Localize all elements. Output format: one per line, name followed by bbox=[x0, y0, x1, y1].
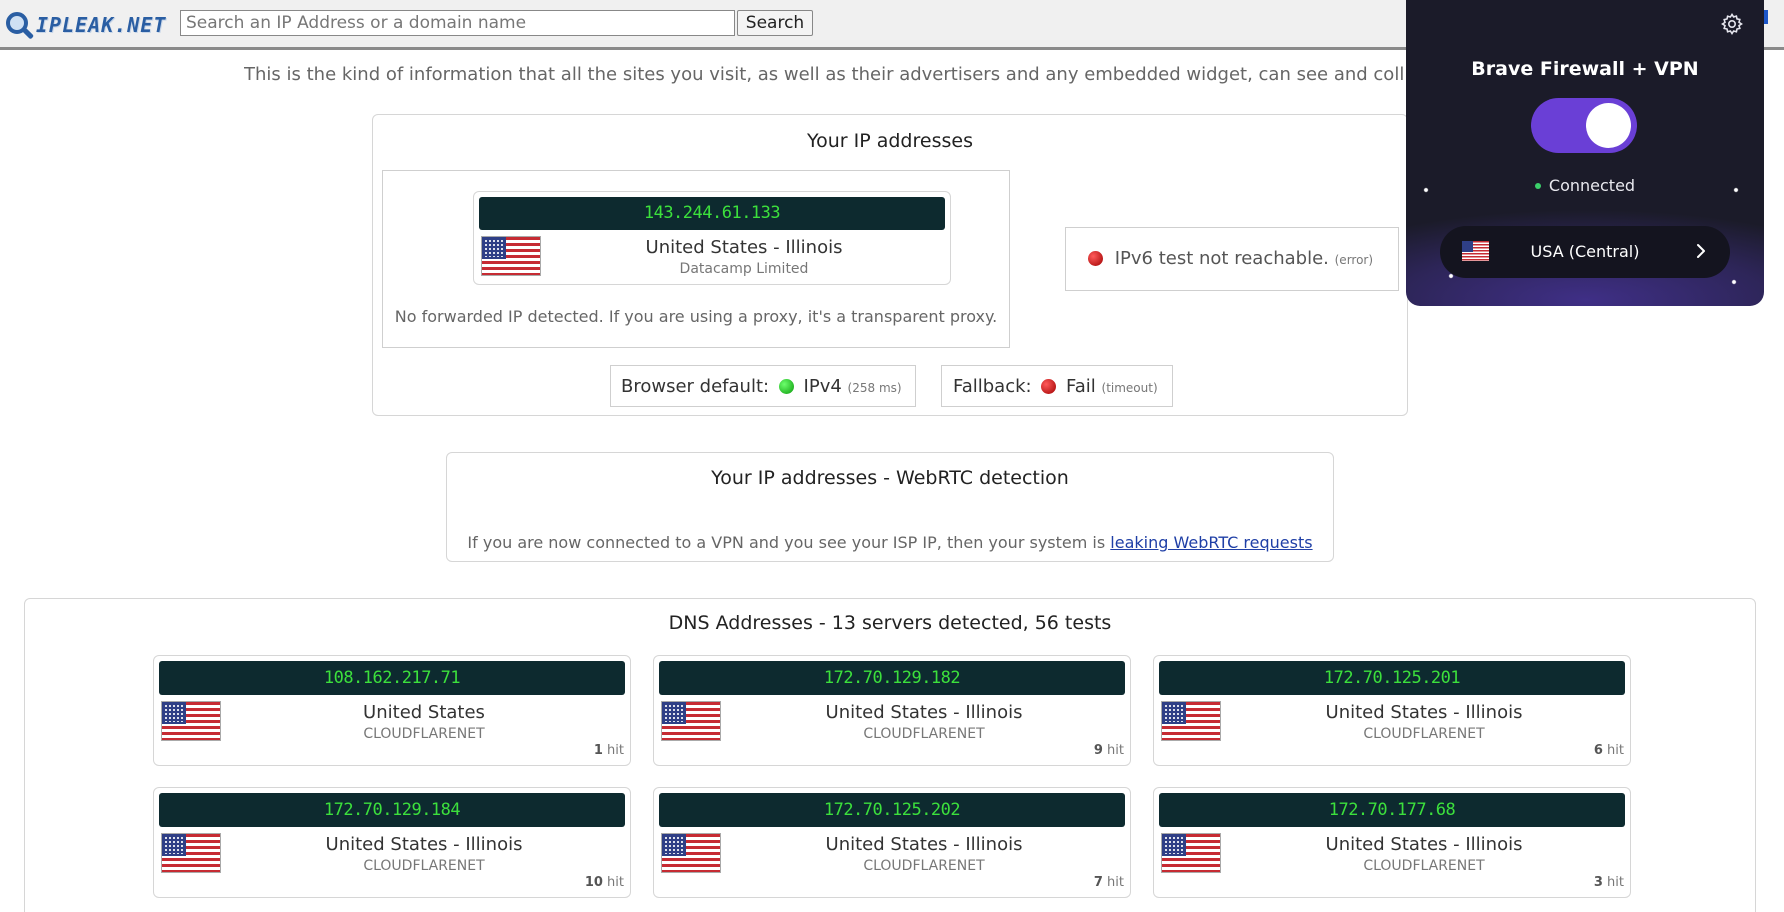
us-flag-icon bbox=[161, 701, 221, 741]
brave-vpn-panel: Brave Firewall + VPN Connected USA (Cent… bbox=[1406, 0, 1764, 306]
dns-server-location: United States bbox=[363, 702, 485, 723]
dns-server-ip[interactable]: 108.162.217.71 bbox=[159, 661, 625, 695]
ipv4-address[interactable]: 143.244.61.133 bbox=[479, 197, 945, 230]
dns-server-ip[interactable]: 172.70.177.68 bbox=[1159, 793, 1625, 827]
dns-hit-count: 7 bbox=[1093, 875, 1103, 890]
dns-panel: DNS Addresses - 13 servers detected, 56 … bbox=[24, 598, 1756, 912]
vpn-region-selector[interactable]: USA (Central) bbox=[1440, 226, 1730, 278]
logo-text: IPLEAK.NET bbox=[36, 13, 167, 37]
ipv6-status-note: (error) bbox=[1334, 253, 1374, 267]
browser-default-value: IPv4 bbox=[803, 376, 842, 397]
dns-server-hits: 10 hit bbox=[585, 875, 624, 890]
webrtc-title: Your IP addresses - WebRTC detection bbox=[711, 467, 1069, 489]
gear-icon[interactable] bbox=[1720, 12, 1744, 36]
fallback-value: Fail bbox=[1066, 376, 1096, 397]
dns-server-hits: 7 hit bbox=[1094, 875, 1124, 890]
dns-hit-count: 3 bbox=[1593, 875, 1603, 890]
dns-hit-count: 6 bbox=[1593, 743, 1603, 758]
ipv4-isp: Datacamp Limited bbox=[679, 261, 809, 277]
connected-dot-icon bbox=[1534, 183, 1541, 189]
webrtc-leak-link[interactable]: leaking WebRTC requests bbox=[1110, 533, 1312, 552]
ipv6-status: IPv6 test not reachable. (error) bbox=[1088, 248, 1373, 269]
dns-server-hits: 9 hit bbox=[1094, 743, 1124, 758]
search-button[interactable]: Search bbox=[737, 10, 813, 36]
dns-server-hits: 1 hit bbox=[594, 743, 624, 758]
browser-default: Browser default: IPv4 (258 ms) bbox=[621, 376, 902, 397]
dns-hit-count: 10 bbox=[584, 875, 603, 890]
dns-hit-count: 9 bbox=[1093, 743, 1103, 758]
forwarded-ip-note: No forwarded IP detected. If you are usi… bbox=[394, 307, 998, 326]
ipv4-box: 143.244.61.133 United States - Illinois … bbox=[382, 170, 1010, 348]
fallback: Fallback: Fail (timeout) bbox=[953, 376, 1158, 397]
fallback-box: Fallback: Fail (timeout) bbox=[941, 365, 1173, 407]
ipv6-status-text: IPv6 test not reachable. bbox=[1114, 248, 1329, 269]
us-flag-icon bbox=[161, 833, 221, 873]
dns-title: DNS Addresses - 13 servers detected, 56 … bbox=[668, 612, 1112, 634]
ipv6-box: IPv6 test not reachable. (error) bbox=[1065, 227, 1399, 291]
intro-text: This is the kind of information that all… bbox=[244, 64, 1404, 85]
browser-default-box: Browser default: IPv4 (258 ms) bbox=[610, 365, 916, 407]
dns-server-isp: CLOUDFLARENET bbox=[863, 858, 985, 874]
dns-server-location: United States - Illinois bbox=[825, 834, 1023, 855]
dns-server-hits: 6 hit bbox=[1594, 743, 1624, 758]
page-edge-link bbox=[1764, 10, 1768, 24]
browser-default-label: Browser default: bbox=[621, 376, 770, 397]
dns-hit-label: hit bbox=[607, 875, 624, 890]
status-dot-green-icon bbox=[778, 379, 794, 394]
chevron-right-icon bbox=[1697, 244, 1705, 258]
dns-server-ip[interactable]: 172.70.129.182 bbox=[659, 661, 1125, 695]
dns-server-location: United States - Illinois bbox=[1325, 702, 1523, 723]
us-flag-icon bbox=[481, 236, 541, 276]
dns-server-isp: CLOUDFLARENET bbox=[363, 858, 485, 874]
ipv4-location: United States - Illinois bbox=[645, 237, 843, 258]
status-dot-red-icon bbox=[1088, 251, 1103, 266]
dns-server-card: 172.70.129.184 United States - Illinois … bbox=[153, 787, 631, 898]
fallback-label: Fallback: bbox=[953, 376, 1032, 397]
dns-server-card: 172.70.125.201 United States - Illinois … bbox=[1153, 655, 1631, 766]
vpn-toggle[interactable] bbox=[1531, 98, 1637, 153]
dns-server-card: 172.70.129.182 United States - Illinois … bbox=[653, 655, 1131, 766]
vpn-title: Brave Firewall + VPN bbox=[1471, 58, 1699, 80]
status-dot-red-icon bbox=[1041, 379, 1057, 394]
us-flag-icon bbox=[661, 701, 721, 741]
us-flag-icon bbox=[1161, 701, 1221, 741]
us-flag-icon bbox=[1161, 833, 1221, 873]
dns-server-card: 108.162.217.71 United States CLOUDFLAREN… bbox=[153, 655, 631, 766]
vpn-status: Connected bbox=[1406, 176, 1764, 195]
dns-server-ip[interactable]: 172.70.125.201 bbox=[1159, 661, 1625, 695]
dns-server-location: United States - Illinois bbox=[325, 834, 523, 855]
dns-server-card: 172.70.125.202 United States - Illinois … bbox=[653, 787, 1131, 898]
magnifier-icon bbox=[4, 10, 35, 40]
browser-default-note: (258 ms) bbox=[847, 381, 902, 395]
dns-hit-label: hit bbox=[1607, 743, 1624, 758]
us-flag-icon bbox=[661, 833, 721, 873]
search-input[interactable] bbox=[180, 10, 735, 36]
dns-hit-label: hit bbox=[1107, 875, 1124, 890]
dns-server-isp: CLOUDFLARENET bbox=[1363, 726, 1485, 742]
dns-server-ip[interactable]: 172.70.125.202 bbox=[659, 793, 1125, 827]
ip-section-title: Your IP addresses bbox=[807, 130, 973, 152]
vpn-toggle-knob bbox=[1586, 103, 1631, 148]
dns-hit-count: 1 bbox=[593, 743, 603, 758]
webrtc-note: If you are now connected to a VPN and yo… bbox=[447, 533, 1333, 552]
webrtc-panel: Your IP addresses - WebRTC detection If … bbox=[446, 452, 1334, 562]
dns-hit-label: hit bbox=[607, 743, 624, 758]
dns-server-location: United States - Illinois bbox=[1325, 834, 1523, 855]
ip-addresses-panel: Your IP addresses 143.244.61.133 United … bbox=[372, 114, 1408, 416]
vpn-region-label: USA (Central) bbox=[1530, 242, 1640, 261]
dns-server-hits: 3 hit bbox=[1594, 875, 1624, 890]
fallback-note: (timeout) bbox=[1101, 381, 1158, 395]
dns-hit-label: hit bbox=[1107, 743, 1124, 758]
ipv4-card: 143.244.61.133 United States - Illinois … bbox=[473, 191, 951, 285]
webrtc-note-text: If you are now connected to a VPN and yo… bbox=[467, 533, 1106, 552]
dns-server-ip[interactable]: 172.70.129.184 bbox=[159, 793, 625, 827]
site-logo[interactable]: IPLEAK.NET bbox=[4, 7, 166, 43]
dns-server-isp: CLOUDFLARENET bbox=[363, 726, 485, 742]
dns-server-card: 172.70.177.68 United States - Illinois C… bbox=[1153, 787, 1631, 898]
dns-server-isp: CLOUDFLARENET bbox=[863, 726, 985, 742]
dns-server-location: United States - Illinois bbox=[825, 702, 1023, 723]
vpn-status-text: Connected bbox=[1548, 176, 1636, 195]
dns-hit-label: hit bbox=[1607, 875, 1624, 890]
dns-server-isp: CLOUDFLARENET bbox=[1363, 858, 1485, 874]
